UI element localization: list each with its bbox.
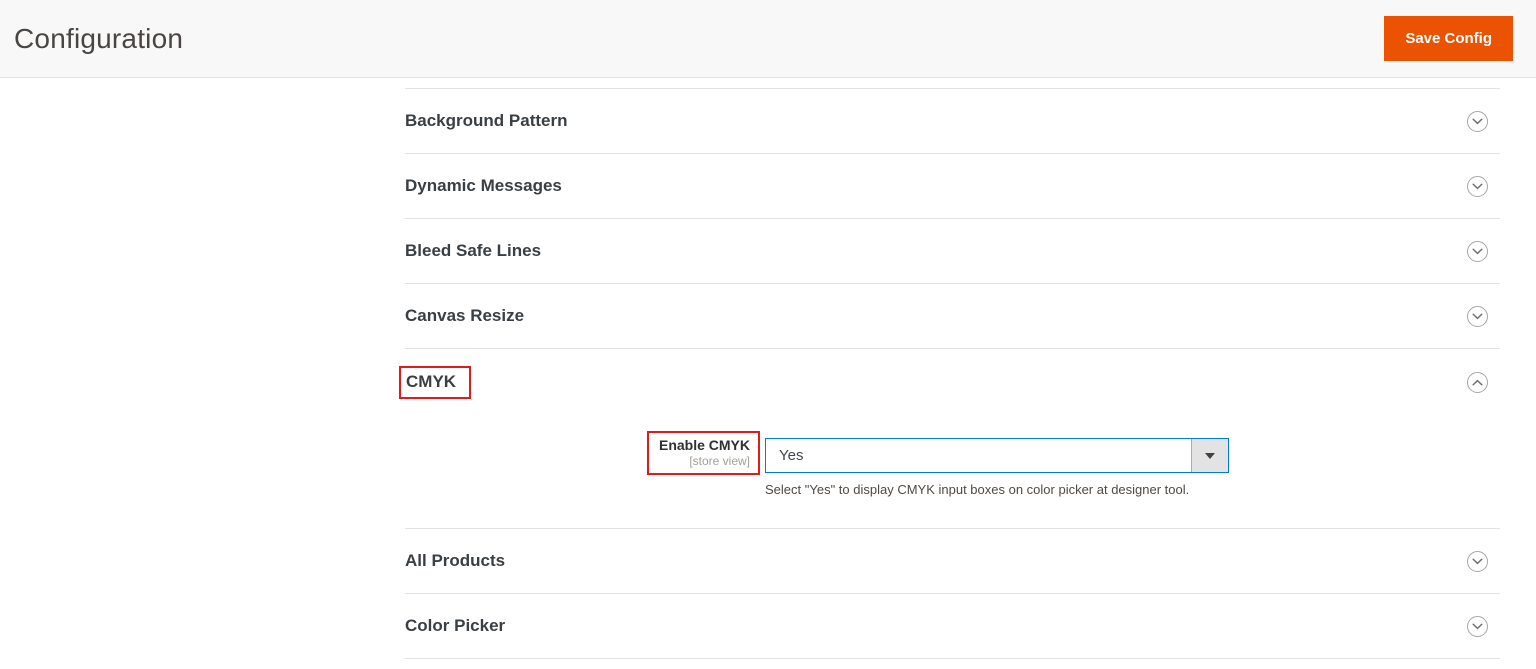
section-cmyk-body: Enable CMYK [store view] Yes Select "Yes…	[405, 415, 1500, 528]
chevron-up-icon[interactable]	[1467, 372, 1488, 393]
annotation-box-cmyk: CMYK	[399, 366, 471, 399]
section-cmyk-header[interactable]: CMYK	[405, 349, 1500, 415]
save-config-button[interactable]: Save Config	[1384, 16, 1513, 61]
enable-cmyk-field-row: Enable CMYK [store view] Yes Select "Yes…	[405, 415, 1500, 497]
section-title: Dynamic Messages	[405, 176, 562, 196]
chevron-down-icon[interactable]	[1467, 176, 1488, 197]
configuration-page: Configuration Save Config Background Pat…	[0, 0, 1536, 669]
enable-cmyk-select[interactable]: Yes	[765, 438, 1229, 473]
section-list: Background Pattern Dynamic Messages Blee…	[405, 88, 1500, 659]
section-background-pattern[interactable]: Background Pattern	[405, 89, 1500, 154]
chevron-down-icon[interactable]	[1467, 306, 1488, 327]
chevron-down-icon[interactable]	[1467, 111, 1488, 132]
chevron-down-icon[interactable]	[1467, 616, 1488, 637]
section-bleed-safe-lines[interactable]: Bleed Safe Lines	[405, 219, 1500, 284]
field-comment: Select "Yes" to display CMYK input boxes…	[765, 482, 1229, 497]
page-title: Configuration	[14, 23, 183, 55]
field-label-column: Enable CMYK [store view]	[405, 431, 760, 475]
section-all-products[interactable]: All Products	[405, 529, 1500, 594]
store-view-scope-label: [store view]	[659, 454, 750, 469]
section-title: CMYK	[406, 372, 456, 391]
section-canvas-resize[interactable]: Canvas Resize	[405, 284, 1500, 349]
enable-cmyk-label: Enable CMYK	[659, 436, 750, 454]
section-cmyk: CMYK Enable CMYK [store view]	[405, 349, 1500, 529]
chevron-down-icon[interactable]	[1467, 551, 1488, 572]
section-title: Color Picker	[405, 616, 505, 636]
section-color-picker[interactable]: Color Picker	[405, 594, 1500, 659]
page-header: Configuration Save Config	[0, 0, 1536, 78]
dropdown-arrow-icon[interactable]	[1191, 439, 1228, 472]
section-title: Bleed Safe Lines	[405, 241, 541, 261]
section-title: Background Pattern	[405, 111, 567, 131]
config-content: Background Pattern Dynamic Messages Blee…	[405, 78, 1500, 659]
section-dynamic-messages[interactable]: Dynamic Messages	[405, 154, 1500, 219]
section-title: Canvas Resize	[405, 306, 524, 326]
annotation-box-enable-cmyk: Enable CMYK [store view]	[647, 431, 760, 475]
chevron-down-icon[interactable]	[1467, 241, 1488, 262]
field-control-column: Yes Select "Yes" to display CMYK input b…	[765, 431, 1229, 497]
select-value: Yes	[766, 439, 1191, 472]
section-title: All Products	[405, 551, 505, 571]
